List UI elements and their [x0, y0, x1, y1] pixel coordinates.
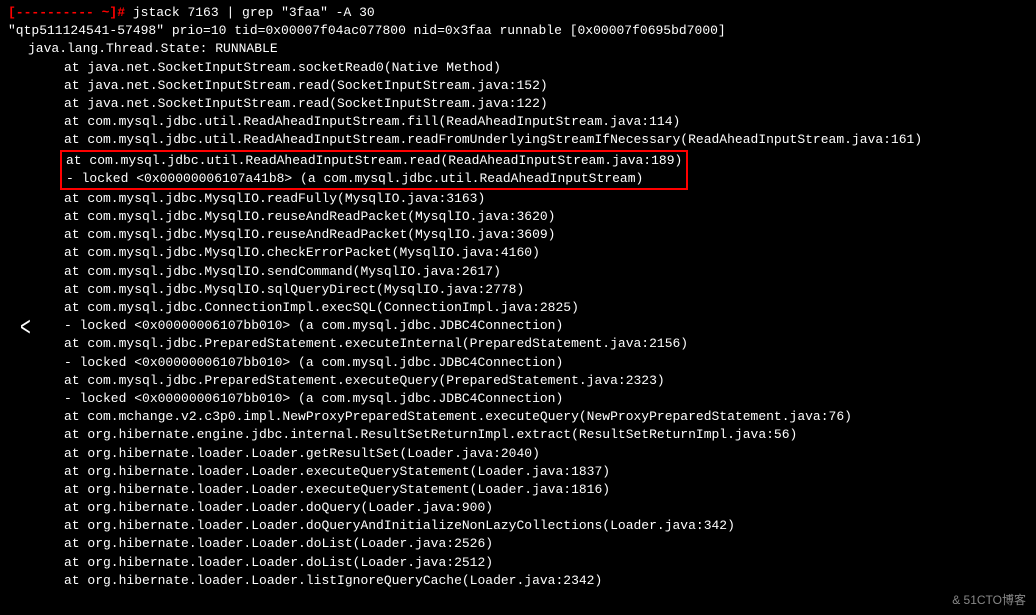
stack-line: at com.mysql.jdbc.MysqlIO.reuseAndReadPa… [8, 226, 1028, 244]
stack-line: at org.hibernate.loader.Loader.executeQu… [8, 481, 1028, 499]
thread-state: java.lang.Thread.State: RUNNABLE [8, 40, 1028, 58]
stack-line: at com.mysql.jdbc.MysqlIO.readFully(Mysq… [8, 190, 1028, 208]
stack-post: at com.mysql.jdbc.MysqlIO.readFully(Mysq… [8, 190, 1028, 590]
stack-line: - locked <0x00000006107bb010> (a com.mys… [8, 354, 1028, 372]
stack-line: at com.mysql.jdbc.util.ReadAheadInputStr… [8, 113, 1028, 131]
stack-line: at com.mysql.jdbc.ConnectionImpl.execSQL… [8, 299, 1028, 317]
prompt-command: jstack 7163 | grep "3faa" -A 30 [133, 5, 375, 20]
stack-line: at org.hibernate.engine.jdbc.internal.Re… [8, 426, 1028, 444]
shell-prompt-line[interactable]: [---------- ~]# jstack 7163 | grep "3faa… [8, 4, 1028, 22]
stack-line: at com.mysql.jdbc.PreparedStatement.exec… [8, 335, 1028, 353]
stack-line: at com.mysql.jdbc.MysqlIO.sqlQueryDirect… [8, 281, 1028, 299]
stack-line: at com.mysql.jdbc.MysqlIO.reuseAndReadPa… [8, 208, 1028, 226]
stack-line: at org.hibernate.loader.Loader.doList(Lo… [8, 535, 1028, 553]
stack-line: at org.hibernate.loader.Loader.getResult… [8, 445, 1028, 463]
stack-line: at com.mysql.jdbc.MysqlIO.checkErrorPack… [8, 244, 1028, 262]
stack-line: at com.mysql.jdbc.util.ReadAheadInputStr… [8, 131, 1028, 149]
stack-line: - locked <0x00000006107bb010> (a com.mys… [8, 390, 1028, 408]
stack-line: at com.mchange.v2.c3p0.impl.NewProxyPrep… [8, 408, 1028, 426]
prompt-host: [---------- ~]# [8, 5, 125, 20]
stack-line: at java.net.SocketInputStream.read(Socke… [8, 95, 1028, 113]
watermark: & 51CTO博客 [952, 592, 1026, 609]
stack-line: at com.mysql.jdbc.MysqlIO.sendCommand(My… [8, 263, 1028, 281]
stack-line-highlighted: at com.mysql.jdbc.util.ReadAheadInputStr… [66, 152, 682, 170]
stack-line: at org.hibernate.loader.Loader.executeQu… [8, 463, 1028, 481]
stack-line-highlighted: - locked <0x00000006107a41b8> (a com.mys… [66, 170, 682, 188]
stack-line: at org.hibernate.loader.Loader.listIgnor… [8, 572, 1028, 590]
stack-line: - locked <0x00000006107bb010> (a com.mys… [8, 317, 1028, 335]
highlighted-stack-box: at com.mysql.jdbc.util.ReadAheadInputStr… [60, 150, 688, 190]
stack-line: at org.hibernate.loader.Loader.doQueryAn… [8, 517, 1028, 535]
stack-line: at org.hibernate.loader.Loader.doQuery(L… [8, 499, 1028, 517]
thread-header: "qtp511124541-57498" prio=10 tid=0x00007… [8, 22, 1028, 40]
stack-line: at java.net.SocketInputStream.read(Socke… [8, 77, 1028, 95]
stack-line: at com.mysql.jdbc.PreparedStatement.exec… [8, 372, 1028, 390]
stack-line: at org.hibernate.loader.Loader.doList(Lo… [8, 554, 1028, 572]
stack-pre: at java.net.SocketInputStream.socketRead… [8, 59, 1028, 150]
stack-line: at java.net.SocketInputStream.socketRead… [8, 59, 1028, 77]
scroll-caret-icon[interactable]: < [20, 312, 31, 350]
